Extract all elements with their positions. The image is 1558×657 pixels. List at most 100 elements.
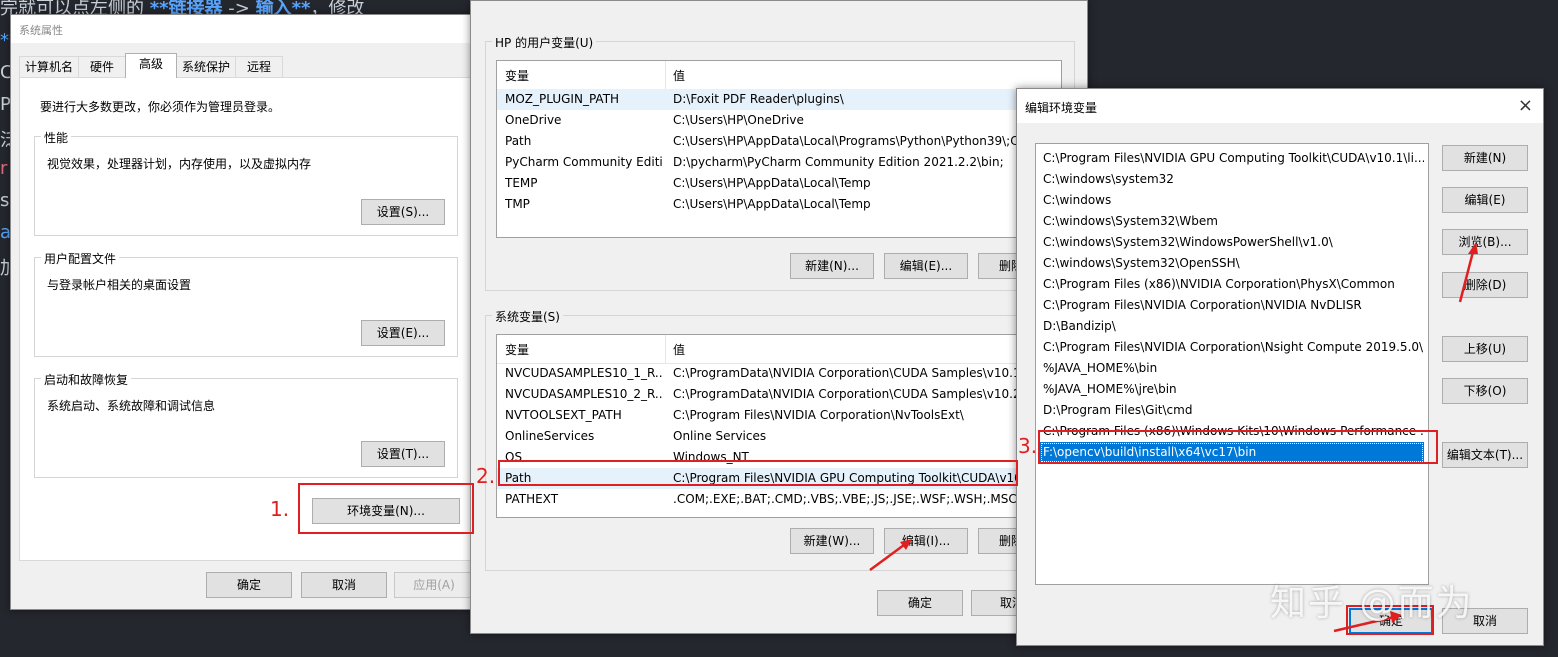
apply-button[interactable]: 应用(A) bbox=[394, 572, 474, 598]
arrow-to-edit-button bbox=[869, 539, 912, 572]
performance-desc: 视觉效果，处理器计划，内存使用，以及虚拟内存 bbox=[47, 157, 312, 171]
table-row[interactable]: NVCUDASAMPLES10_1_R... C:\ProgramData\NV… bbox=[497, 363, 1061, 384]
variable-name: NVTOOLSEXT_PATH bbox=[505, 408, 622, 422]
variable-value: C:\ProgramData\NVIDIA Corporation\CUDA S… bbox=[673, 366, 1021, 380]
tab-remote[interactable]: 远程 bbox=[235, 56, 283, 77]
move-up-button[interactable]: 上移(U) bbox=[1442, 336, 1528, 362]
path-item[interactable]: C:\windows\System32\OpenSSH\ bbox=[1040, 253, 1424, 274]
table-row[interactable]: NVTOOLSEXT_PATH C:\Program Files\NVIDIA … bbox=[497, 405, 1061, 426]
cancel-button[interactable]: 取消 bbox=[301, 572, 387, 598]
edit-path-button[interactable]: 编辑(E) bbox=[1442, 187, 1528, 213]
variable-value: C:\Users\HP\AppData\Local\Temp bbox=[673, 176, 871, 190]
performance-group: 性能 视觉效果，处理器计划，内存使用，以及虚拟内存 设置(S)... bbox=[34, 129, 458, 236]
path-item[interactable]: C:\Program Files\NVIDIA Corporation\Nsig… bbox=[1040, 337, 1424, 358]
tab-computer-name[interactable]: 计算机名 bbox=[19, 56, 79, 77]
variable-value: C:\Users\HP\AppData\Local\Programs\Pytho… bbox=[673, 134, 1023, 148]
column-header-value[interactable]: 值 bbox=[673, 341, 685, 358]
table-row[interactable]: MOZ_PLUGIN_PATH D:\Foxit PDF Reader\plug… bbox=[497, 89, 1061, 110]
table-row[interactable]: TMP C:\Users\HP\AppData\Local\Temp bbox=[497, 194, 1061, 215]
path-item[interactable]: C:\windows\system32 bbox=[1040, 169, 1424, 190]
path-item[interactable]: %JAVA_HOME%\bin bbox=[1040, 358, 1424, 379]
path-item[interactable]: C:\Program Files (x86)\NVIDIA Corporatio… bbox=[1040, 274, 1424, 295]
variable-name: OneDrive bbox=[505, 113, 562, 127]
variable-value: D:\pycharm\PyCharm Community Edition 202… bbox=[673, 155, 1004, 169]
user-variables-list[interactable]: 变量 值 MOZ_PLUGIN_PATH D:\Foxit PDF Reader… bbox=[496, 60, 1062, 238]
tab-system-protection[interactable]: 系统保护 bbox=[176, 56, 236, 77]
window-title: 系统属性 bbox=[19, 24, 63, 37]
table-row[interactable]: OnlineServices Online Services bbox=[497, 426, 1061, 447]
path-item[interactable]: C:\Program Files\NVIDIA Corporation\NVID… bbox=[1040, 295, 1424, 316]
edit-text-button[interactable]: 编辑文本(T)... bbox=[1442, 442, 1528, 468]
variable-name: Path bbox=[505, 134, 532, 148]
system-variables-label: 系统变量(S) bbox=[492, 308, 563, 325]
list-header: 变量 值 bbox=[497, 335, 1061, 364]
move-down-button[interactable]: 下移(O) bbox=[1442, 378, 1528, 404]
column-separator[interactable] bbox=[665, 61, 666, 89]
path-item[interactable]: D:\Program Files\Git\cmd bbox=[1040, 400, 1424, 421]
variable-name: OnlineServices bbox=[505, 429, 595, 443]
highlight-path-row bbox=[498, 460, 1018, 486]
environment-variables-window: HP 的用户变量(U) 变量 值 MOZ_PLUGIN_PATH D:\Foxi… bbox=[470, 0, 1088, 634]
system-variables-group: 系统变量(S) 变量 值 NVCUDASAMPLES10_1_R... C:\P… bbox=[485, 308, 1075, 571]
step-3-label: 3. bbox=[1018, 434, 1038, 458]
user-profile-desc: 与登录帐户相关的桌面设置 bbox=[47, 278, 192, 292]
user-variables-label: HP 的用户变量(U) bbox=[492, 34, 597, 51]
path-item[interactable]: C:\windows\System32\WindowsPowerShell\v1… bbox=[1040, 232, 1424, 253]
close-icon[interactable]: × bbox=[1518, 95, 1533, 116]
step-1-label: 1. bbox=[270, 497, 290, 521]
watermark: 知乎 @而为 bbox=[1270, 583, 1474, 624]
variable-value: C:\Users\HP\AppData\Local\Temp bbox=[673, 197, 871, 211]
list-header: 变量 值 bbox=[497, 61, 1061, 90]
variable-value: C:\Program Files\NVIDIA Corporation\NvTo… bbox=[673, 408, 964, 422]
variable-name: MOZ_PLUGIN_PATH bbox=[505, 92, 620, 106]
variable-value: C:\Users\HP\OneDrive bbox=[673, 113, 804, 127]
column-header-value[interactable]: 值 bbox=[673, 67, 685, 84]
user-profile-label: 用户配置文件 bbox=[41, 250, 120, 267]
startup-recovery-label: 启动和故障恢复 bbox=[41, 371, 132, 388]
highlight-env-button bbox=[298, 483, 474, 534]
variable-value: C:\ProgramData\NVIDIA Corporation\CUDA S… bbox=[673, 387, 1021, 401]
env-ok-button[interactable]: 确定 bbox=[877, 590, 963, 616]
user-profile-group: 用户配置文件 与登录帐户相关的桌面设置 设置(E)... bbox=[34, 250, 458, 357]
table-row[interactable]: PyCharm Community Editi... D:\pycharm\Py… bbox=[497, 152, 1061, 173]
edit-env-titlebar: 编辑环境变量 × bbox=[1017, 89, 1543, 123]
new-path-button[interactable]: 新建(N) bbox=[1442, 145, 1528, 171]
ok-button[interactable]: 确定 bbox=[206, 572, 292, 598]
path-item[interactable]: C:\windows bbox=[1040, 190, 1424, 211]
path-item[interactable]: D:\Bandizip\ bbox=[1040, 316, 1424, 337]
variable-name: NVCUDASAMPLES10_2_R... bbox=[505, 387, 663, 401]
admin-note: 要进行大多数更改，你必须作为管理员登录。 bbox=[40, 100, 281, 114]
variable-value: D:\Foxit PDF Reader\plugins\ bbox=[673, 92, 844, 106]
step-2-label: 2. bbox=[476, 464, 496, 488]
column-separator[interactable] bbox=[665, 335, 666, 363]
path-item[interactable]: C:\Program Files\NVIDIA GPU Computing To… bbox=[1040, 148, 1424, 169]
user-variables-group: HP 的用户变量(U) 变量 值 MOZ_PLUGIN_PATH D:\Foxi… bbox=[485, 34, 1075, 291]
path-item[interactable]: %JAVA_HOME%\jre\bin bbox=[1040, 379, 1424, 400]
table-row[interactable]: NVCUDASAMPLES10_2_R... C:\ProgramData\NV… bbox=[497, 384, 1061, 405]
system-properties-titlebar: 系统属性 × bbox=[11, 15, 483, 43]
user-new-button[interactable]: 新建(N)... bbox=[790, 253, 874, 279]
performance-settings-button[interactable]: 设置(S)... bbox=[361, 199, 445, 225]
column-header-variable[interactable]: 变量 bbox=[505, 341, 529, 358]
highlight-new-path bbox=[1038, 430, 1438, 464]
column-header-variable[interactable]: 变量 bbox=[505, 67, 529, 84]
variable-value: .COM;.EXE;.BAT;.CMD;.VBS;.VBE;.JS;.JSE;.… bbox=[673, 492, 1017, 506]
path-list[interactable]: C:\Program Files\NVIDIA GPU Computing To… bbox=[1035, 143, 1429, 585]
table-row[interactable]: OneDrive C:\Users\HP\OneDrive bbox=[497, 110, 1061, 131]
performance-label: 性能 bbox=[41, 129, 72, 146]
variable-name: PATHEXT bbox=[505, 492, 559, 506]
arrow-to-browse-button bbox=[1458, 242, 1478, 303]
table-row[interactable]: Path C:\Users\HP\AppData\Local\Programs\… bbox=[497, 131, 1061, 152]
user-profile-settings-button[interactable]: 设置(E)... bbox=[361, 320, 445, 346]
startup-settings-button[interactable]: 设置(T)... bbox=[361, 441, 445, 467]
tab-advanced[interactable]: 高级 bbox=[125, 53, 177, 78]
tab-hardware[interactable]: 硬件 bbox=[78, 56, 126, 77]
user-edit-button[interactable]: 编辑(E)... bbox=[884, 253, 968, 279]
path-item[interactable]: C:\windows\System32\Wbem bbox=[1040, 211, 1424, 232]
window-title: 编辑环境变量 bbox=[1025, 101, 1098, 115]
table-row[interactable]: PATHEXT .COM;.EXE;.BAT;.CMD;.VBS;.VBE;.J… bbox=[497, 489, 1061, 510]
table-row[interactable]: TEMP C:\Users\HP\AppData\Local\Temp bbox=[497, 173, 1061, 194]
variable-value: Online Services bbox=[673, 429, 767, 443]
startup-recovery-desc: 系统启动、系统故障和调试信息 bbox=[47, 399, 216, 413]
system-variables-list[interactable]: 变量 值 NVCUDASAMPLES10_1_R... C:\ProgramDa… bbox=[496, 334, 1062, 518]
